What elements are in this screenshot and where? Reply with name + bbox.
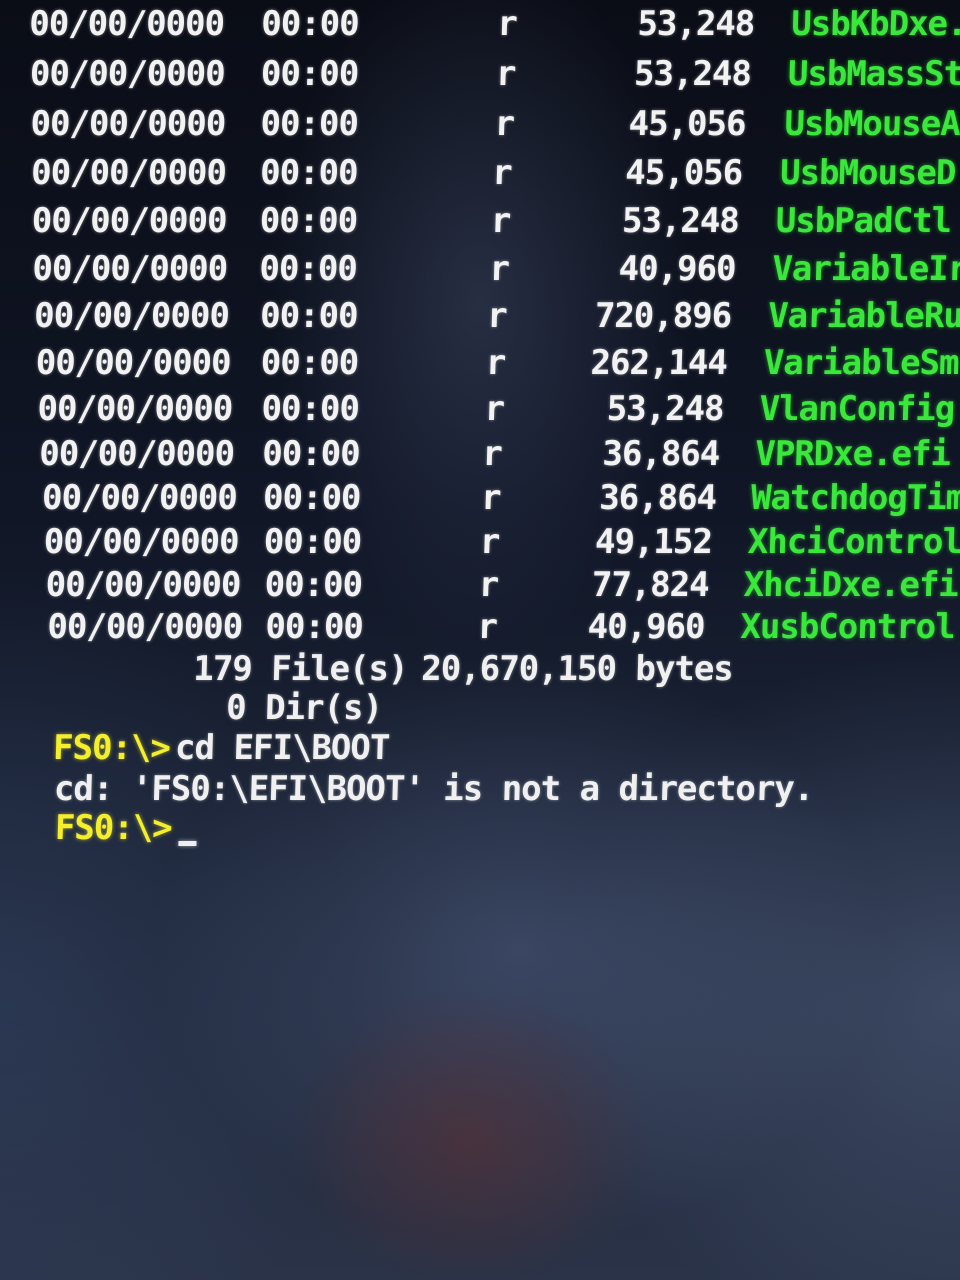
file-attr: r <box>476 607 498 647</box>
summary-file-count: 179 File(s) <box>192 649 409 689</box>
file-name: UsbPadCtl <box>775 201 952 241</box>
file-listing-row: 00/00/0000 00:00 r 53,248 UsbPadCtl <box>0 199 954 243</box>
file-date: 00/00/0000 <box>46 607 243 647</box>
shell-prompt-current: FS0:\> <box>54 808 173 848</box>
summary-dirs-row: 0 Dir(s) <box>0 686 941 730</box>
file-listing-row: 00/00/0000 00:00 r 720,896 VariableRu <box>0 294 960 338</box>
file-attr: r <box>478 565 499 605</box>
file-time: 00:00 <box>264 565 363 605</box>
file-date: 00/00/0000 <box>33 296 230 336</box>
uefi-shell-screen: 00/00/0000 00:00 r 53,248 UsbKbDxe. 00/0… <box>0 0 960 1280</box>
file-name: VariableRu <box>767 296 960 336</box>
file-time: 00:00 <box>259 104 359 144</box>
file-name: VariableIr <box>771 249 960 289</box>
summary-byte-count: 20,670,150 bytes <box>420 649 734 689</box>
file-attr: r <box>490 201 511 241</box>
file-size: 40,960 <box>587 607 706 647</box>
file-time: 00:00 <box>264 607 364 647</box>
file-size: 45,056 <box>628 104 747 144</box>
file-name: UsbMassSt <box>787 54 960 94</box>
file-attr: r <box>479 522 500 562</box>
file-listing-row: 00/00/0000 00:00 r 53,248 UsbKbDxe. <box>0 2 960 46</box>
file-size: 720,896 <box>594 296 732 336</box>
file-listing-row: 00/00/0000 00:00 r 53,248 VlanConfig <box>0 387 955 431</box>
file-listing-row: 00/00/0000 00:00 r 40,960 VariableIr <box>0 247 960 291</box>
file-listing-row: 00/00/0000 00:00 r 53,248 UsbMassSt <box>0 52 960 96</box>
file-date: 00/00/0000 <box>37 389 233 429</box>
file-attr: r <box>485 343 506 383</box>
file-time: 00:00 <box>258 249 358 289</box>
file-attr: r <box>484 389 505 429</box>
file-date: 00/00/0000 <box>30 153 227 193</box>
file-listing-row: 00/00/0000 00:00 r 36,864 VPRDxe.efi <box>0 432 951 476</box>
file-time: 00:00 <box>259 201 358 241</box>
file-time: 00:00 <box>260 4 360 44</box>
file-size: 40,960 <box>618 249 737 289</box>
file-attr: r <box>496 4 518 44</box>
file-size: 262,144 <box>590 343 728 383</box>
file-attr: r <box>491 153 513 193</box>
file-date: 00/00/0000 <box>35 343 232 383</box>
file-name: UsbKbDxe. <box>790 4 960 44</box>
file-name: XusbControl <box>739 607 956 647</box>
file-date: 00/00/0000 <box>29 104 226 144</box>
file-date: 00/00/0000 <box>28 4 225 44</box>
file-date: 00/00/0000 <box>45 565 241 605</box>
input-line[interactable]: FS0:\> <box>0 806 937 850</box>
file-date: 00/00/0000 <box>29 54 226 94</box>
file-time: 00:00 <box>260 343 359 383</box>
summary-files-row: 179 File(s) 20,670,150 bytes <box>0 647 942 691</box>
file-attr: r <box>488 249 510 289</box>
error-message: cd: 'FS0:\EFI\BOOT' is not a directory. <box>53 769 814 809</box>
file-name: UsbMouseD <box>779 153 956 193</box>
file-time: 00:00 <box>261 434 361 474</box>
file-size: 53,248 <box>621 201 740 241</box>
file-size: 77,824 <box>591 565 710 605</box>
error-line: cd: 'FS0:\EFI\BOOT' is not a directory. <box>0 767 939 811</box>
file-listing-row: 00/00/0000 00:00 r 45,056 UsbMouseD <box>0 151 956 195</box>
file-size: 45,056 <box>624 153 743 193</box>
file-name: VPRDxe.efi <box>754 434 951 474</box>
file-time: 00:00 <box>260 54 359 94</box>
file-size: 36,864 <box>601 434 720 474</box>
file-size: 53,248 <box>636 4 755 44</box>
file-attr: r <box>481 434 503 474</box>
file-name: VariableSm <box>763 343 960 383</box>
file-date: 00/00/0000 <box>38 434 235 474</box>
file-time: 00:00 <box>261 389 360 429</box>
file-attr: r <box>495 54 516 94</box>
file-name: XhciDxe.efi <box>743 565 959 605</box>
file-size: 53,248 <box>606 389 725 429</box>
file-date: 00/00/0000 <box>31 249 228 289</box>
file-size: 49,152 <box>594 522 713 562</box>
summary-dir-count: 0 Dir(s) <box>225 688 383 728</box>
file-time: 00:00 <box>259 153 359 193</box>
file-time: 00:00 <box>263 522 362 562</box>
file-listing-row: 00/00/0000 00:00 r 45,056 UsbMouseA <box>0 102 960 146</box>
file-name: UsbMouseA <box>783 104 960 144</box>
file-listing-row: 00/00/0000 00:00 r 262,144 VariableSm <box>0 341 959 385</box>
file-listing-row: 00/00/0000 00:00 r 77,824 XhciDxe.efi <box>0 563 958 607</box>
file-time: 00:00 <box>259 296 359 336</box>
file-listing-row: 00/00/0000 00:00 r 40,960 XusbControl <box>0 605 955 649</box>
command-line: FS0:\> cd EFI\BOOT <box>0 726 940 770</box>
file-date: 00/00/0000 <box>41 478 238 518</box>
shell-prompt: FS0:\> <box>52 728 171 768</box>
file-listing-row: 00/00/0000 00:00 r 36,864 WatchdogTim <box>0 476 960 520</box>
file-name: VlanConfig <box>759 389 955 429</box>
file-attr: r <box>486 296 508 336</box>
file-attr: r <box>493 104 515 144</box>
file-size: 53,248 <box>633 54 752 94</box>
file-name: WatchdogTim <box>750 478 960 518</box>
file-size: 36,864 <box>598 478 717 518</box>
file-name: XhciControl <box>747 522 960 562</box>
file-time: 00:00 <box>262 478 362 518</box>
file-date: 00/00/0000 <box>43 522 240 562</box>
file-attr: r <box>480 478 502 518</box>
entered-command: cd EFI\BOOT <box>174 728 390 768</box>
file-listing-row: 00/00/0000 00:00 r 49,152 XhciControl <box>0 520 960 564</box>
text-cursor[interactable] <box>178 841 197 846</box>
file-date: 00/00/0000 <box>31 201 228 241</box>
